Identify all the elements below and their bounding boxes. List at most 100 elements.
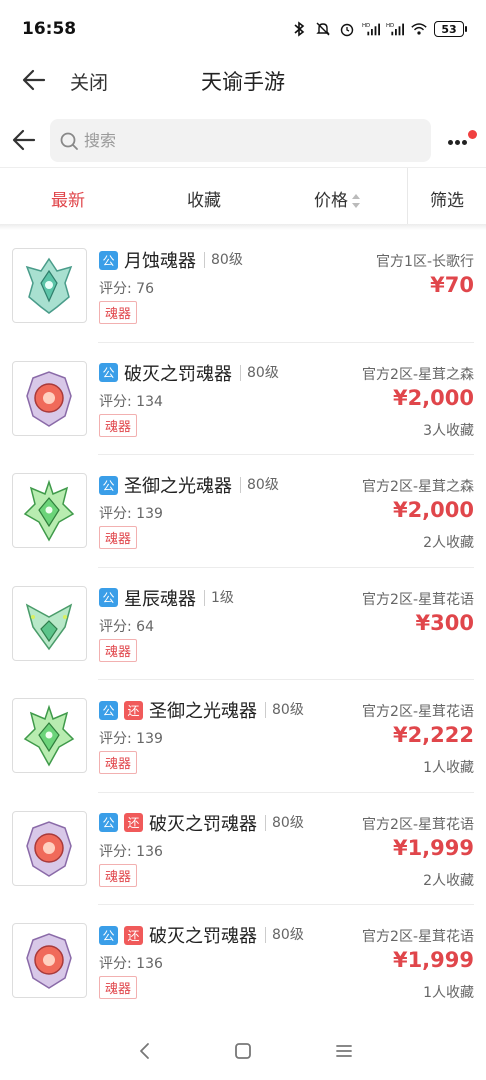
filter-tab-filter[interactable]: 筛选 xyxy=(430,186,464,211)
item-server: 官方2区-星茸之森 xyxy=(362,366,474,383)
item-name: 月蚀魂器 xyxy=(124,251,196,272)
list-item[interactable]: 公 月蚀魂器 80级 评分: 76 魂器 官方1区-长歌行 ¥70 xyxy=(0,230,486,343)
filter-tab-price-label: 价格 xyxy=(314,191,348,211)
item-tag: 魂器 xyxy=(99,526,138,549)
item-thumbnail xyxy=(12,360,87,436)
filter-tab-price[interactable]: 价格 xyxy=(314,186,361,211)
item-tag: 魂器 xyxy=(99,638,138,662)
return-badge: 还 xyxy=(124,925,143,945)
page-title: 天谕手游 xyxy=(201,70,285,94)
item-score: 评分: 134 xyxy=(99,393,163,410)
list-item[interactable]: 公 破灭之罚魂器 80级 评分: 134 魂器 官方2区-星茸之森 ¥2,000… xyxy=(0,343,486,455)
item-server: 官方2区-星茸花语 xyxy=(362,591,474,608)
item-price: ¥70 xyxy=(430,273,474,297)
search-input[interactable] xyxy=(84,131,384,150)
item-name: 破灭之罚魂器 xyxy=(149,813,257,835)
soul-artifact-green-v-image xyxy=(25,602,73,650)
item-title-row: 公 破灭之罚魂器 80级 xyxy=(99,362,279,385)
item-favorites: 2人收藏 xyxy=(423,872,474,889)
item-server: 官方2区-星茸之森 xyxy=(362,479,474,495)
public-badge: 公 xyxy=(99,700,118,720)
item-tag: 魂器 xyxy=(99,301,138,324)
item-server: 官方2区-星茸花语 xyxy=(362,929,474,945)
item-thumbnail xyxy=(12,473,87,548)
nav-home-icon[interactable] xyxy=(232,1040,254,1062)
item-thumbnail xyxy=(12,585,87,661)
item-server: 官方2区-星茸花语 xyxy=(362,704,474,720)
item-title-row: 公 月蚀魂器 80级 xyxy=(99,249,243,272)
search-icon xyxy=(60,132,78,150)
notification-dot xyxy=(468,130,477,139)
list-item[interactable]: 公 还 圣御之光魂器 80级 评分: 139 魂器 官方2区-星茸花语 ¥2,2… xyxy=(0,680,486,793)
status-time: 16:58 xyxy=(22,19,77,39)
item-score: 评分: 136 xyxy=(99,843,163,860)
item-score: 评分: 139 xyxy=(99,731,163,747)
item-tag: 魂器 xyxy=(99,751,138,774)
search-box[interactable] xyxy=(50,119,431,162)
nav-back-icon[interactable] xyxy=(134,1040,156,1062)
item-thumbnail xyxy=(12,923,87,998)
sort-arrows-icon xyxy=(352,194,360,208)
item-favorites: 1人收藏 xyxy=(423,760,474,776)
item-price: ¥1,999 xyxy=(392,835,474,860)
item-title-row: 公 还 破灭之罚魂器 80级 xyxy=(99,812,304,835)
item-score: 评分: 76 xyxy=(99,281,154,297)
wifi-icon xyxy=(410,20,428,38)
item-price: ¥2,000 xyxy=(392,498,474,522)
status-bar: 16:58 HD HD 53 xyxy=(0,0,486,58)
item-server: 官方1区-长歌行 xyxy=(376,254,474,270)
public-badge: 公 xyxy=(99,363,118,382)
svg-text:HD: HD xyxy=(362,23,370,29)
item-favorites: 2人收藏 xyxy=(423,535,474,551)
item-score: 评分: 64 xyxy=(99,618,154,635)
item-price: ¥300 xyxy=(415,610,474,635)
item-level: 80级 xyxy=(265,927,304,943)
item-title-row: 公 还 破灭之罚魂器 80级 xyxy=(99,924,304,947)
signal-hd-icon: HD xyxy=(386,20,404,38)
item-level: 80级 xyxy=(265,814,304,831)
item-score: 评分: 136 xyxy=(99,956,163,972)
list-item[interactable]: 公 圣御之光魂器 80级 评分: 139 魂器 官方2区-星茸之森 ¥2,000… xyxy=(0,455,486,568)
public-badge: 公 xyxy=(99,813,118,832)
battery-icon: 53 xyxy=(434,21,467,37)
item-title-row: 公 还 圣御之光魂器 80级 xyxy=(99,699,304,722)
public-badge: 公 xyxy=(99,250,118,270)
item-level: 80级 xyxy=(240,477,279,493)
item-favorites: 1人收藏 xyxy=(423,985,474,1001)
item-score: 评分: 139 xyxy=(99,506,163,522)
item-level: 80级 xyxy=(204,252,243,268)
return-badge: 还 xyxy=(124,813,143,832)
search-back-icon[interactable] xyxy=(10,126,38,154)
item-name: 破灭之罚魂器 xyxy=(124,363,232,385)
more-dot xyxy=(448,140,453,145)
list-item[interactable]: 公 星辰魂器 1级 评分: 64 魂器 官方2区-星茸花语 ¥300 xyxy=(0,568,486,680)
item-favorites: 3人收藏 xyxy=(423,422,474,439)
filter-tab-latest[interactable]: 最新 xyxy=(51,186,85,211)
soul-artifact-red-orb-image xyxy=(26,820,72,877)
item-tag: 魂器 xyxy=(99,976,138,999)
list-item[interactable]: 公 还 破灭之罚魂器 80级 评分: 136 魂器 官方2区-星茸花语 ¥1,9… xyxy=(0,905,486,1018)
item-price: ¥2,222 xyxy=(392,723,474,747)
public-badge: 公 xyxy=(99,925,118,945)
soul-artifact-green-shield-image xyxy=(23,704,75,767)
more-options-button[interactable] xyxy=(446,126,478,156)
item-server: 官方2区-星茸花语 xyxy=(362,816,474,833)
filter-tab-favorites[interactable]: 收藏 xyxy=(187,186,221,211)
item-price: ¥1,999 xyxy=(392,948,474,972)
system-nav-bar xyxy=(0,1022,486,1080)
list-item[interactable]: 公 还 破灭之罚魂器 80级 评分: 136 魂器 官方2区-星茸花语 ¥1,9… xyxy=(0,793,486,905)
item-tag: 魂器 xyxy=(99,413,138,437)
bluetooth-icon xyxy=(290,20,308,38)
item-level: 80级 xyxy=(240,364,279,381)
soul-artifact-green-shield-image xyxy=(23,479,75,542)
item-name: 破灭之罚魂器 xyxy=(149,926,257,947)
item-thumbnail xyxy=(12,698,87,773)
item-price: ¥2,000 xyxy=(392,385,474,410)
item-level: 1级 xyxy=(204,589,234,606)
mute-icon xyxy=(314,20,332,38)
item-thumbnail xyxy=(12,810,87,886)
search-row xyxy=(0,116,486,164)
status-icons: HD HD 53 xyxy=(290,20,467,38)
nav-menu-icon[interactable] xyxy=(333,1040,355,1062)
item-tag: 魂器 xyxy=(99,863,138,887)
